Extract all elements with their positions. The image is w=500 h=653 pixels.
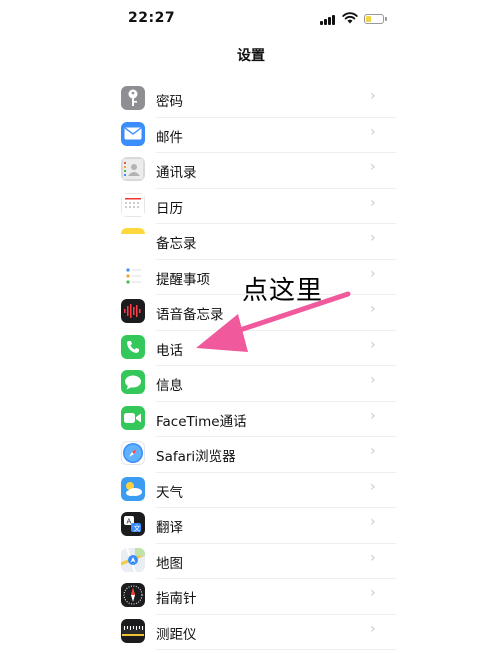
chevron-right-icon: › xyxy=(370,585,376,601)
chevron-right-icon: › xyxy=(370,336,376,353)
weather-icon xyxy=(121,476,145,501)
reminders-icon xyxy=(121,263,145,288)
voice-memos-icon xyxy=(121,299,145,323)
messages-icon xyxy=(121,370,145,394)
svg-text:A: A xyxy=(127,518,132,526)
battery-icon xyxy=(364,14,387,24)
settings-row-label: 日历 xyxy=(156,200,183,217)
row-divider xyxy=(156,649,396,650)
chevron-right-icon: › xyxy=(370,620,376,637)
settings-row-measure[interactable]: 测距仪 › xyxy=(106,615,396,650)
settings-row-calendar[interactable]: 日历 › xyxy=(106,189,396,224)
facetime-icon xyxy=(121,405,145,430)
status-time: 22:27 xyxy=(128,10,176,26)
settings-row-maps[interactable]: 地图 › xyxy=(106,544,396,579)
chevron-right-icon: › xyxy=(370,230,376,246)
safari-icon xyxy=(121,441,145,465)
measure-icon xyxy=(121,618,145,643)
settings-row-translate[interactable]: A 文翻译 › xyxy=(106,508,396,544)
key-icon xyxy=(121,86,145,110)
settings-list: 密码 › 邮件 › 通讯录 › 日历 › 备忘录 › 提醒事项 › 语音备忘录 › 电话 › 信息 › FaceTi… xyxy=(106,82,396,650)
settings-row-label: 通讯录 xyxy=(156,165,197,181)
calendar-icon xyxy=(121,192,145,217)
status-bar: 22:27 xyxy=(106,0,396,40)
settings-row-label: 信息 xyxy=(156,378,183,394)
chevron-right-icon: › xyxy=(370,194,376,211)
chevron-right-icon: › xyxy=(370,407,376,424)
chevron-right-icon: › xyxy=(370,88,376,104)
mail-icon xyxy=(121,121,145,146)
chevron-right-icon: › xyxy=(370,265,376,282)
settings-row-label: FaceTime通话 xyxy=(156,413,247,430)
settings-row-label: 翻译 xyxy=(156,520,183,536)
chevron-right-icon: › xyxy=(370,443,376,459)
settings-row-label: 邮件 xyxy=(156,129,183,146)
wifi-icon xyxy=(342,12,358,24)
settings-row-safari[interactable]: Safari浏览器 › xyxy=(106,437,396,473)
settings-row-label: 备忘录 xyxy=(156,236,197,252)
settings-row-key[interactable]: 密码 › xyxy=(106,82,396,118)
chevron-right-icon: › xyxy=(370,514,376,530)
settings-row-label: 测距仪 xyxy=(156,626,197,643)
settings-row-label: 天气 xyxy=(156,484,183,501)
settings-row-label: 指南针 xyxy=(156,591,197,607)
notes-icon xyxy=(121,228,145,252)
phone-icon xyxy=(121,334,145,359)
chevron-right-icon: › xyxy=(370,549,376,566)
translate-icon: A文 xyxy=(121,512,145,536)
settings-row-notes[interactable]: 备忘录 › xyxy=(106,224,396,260)
settings-row-mail[interactable]: 邮件 › xyxy=(106,118,396,153)
settings-row-contacts[interactable]: 通讯录 › xyxy=(106,153,396,189)
annotation-arrow-icon xyxy=(196,291,351,352)
settings-row-label: Safari浏览器 xyxy=(156,449,236,465)
compass-icon xyxy=(121,583,145,607)
maps-icon xyxy=(121,547,145,572)
settings-row-label: 地图 xyxy=(156,555,183,572)
chevron-right-icon: › xyxy=(370,301,376,317)
cellular-signal-icon xyxy=(320,15,338,25)
svg-text:文: 文 xyxy=(134,524,141,533)
settings-row-weather[interactable]: 天气 › xyxy=(106,473,396,508)
settings-row-label: 密码 xyxy=(156,94,183,110)
chevron-right-icon: › xyxy=(370,123,376,140)
chevron-right-icon: › xyxy=(370,159,376,175)
settings-row-label: 电话 xyxy=(156,342,183,359)
settings-row-messages[interactable]: 信息 › xyxy=(106,366,396,402)
chevron-right-icon: › xyxy=(370,372,376,388)
settings-row-facetime[interactable]: FaceTime通话 › xyxy=(106,402,396,437)
settings-row-compass[interactable]: 指南针 › xyxy=(106,579,396,615)
chevron-right-icon: › xyxy=(370,478,376,495)
page-title: 设置 xyxy=(237,48,265,64)
contacts-icon xyxy=(121,157,145,181)
